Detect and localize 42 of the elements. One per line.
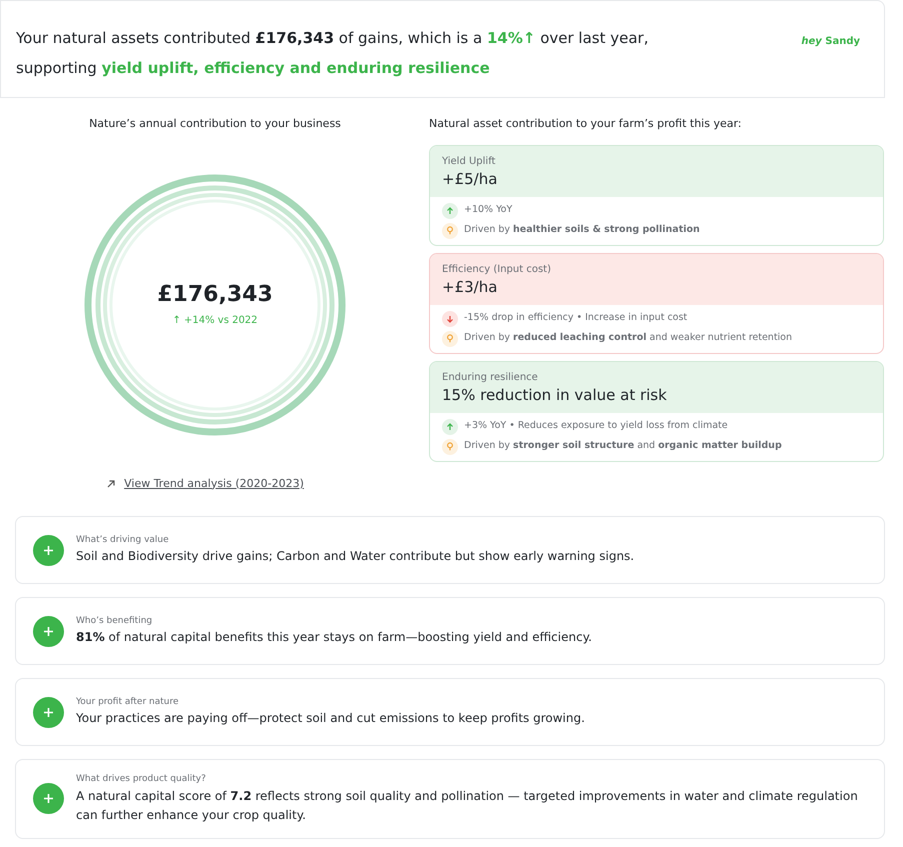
change-text: ↑ +14% vs 2022: [172, 314, 258, 328]
card-label: Enduring resilience: [442, 370, 539, 384]
card-value: 15% reduction in value at risk: [442, 384, 668, 404]
total-value: £176,343: [157, 281, 273, 309]
insight-label: What drives product quality?: [76, 773, 207, 786]
insight-text: Soil and Biodiversity drive gains; Carbon and Water contribute but show early warning signs.: [76, 548, 634, 566]
insight-label: Who’s benefiting: [76, 614, 154, 628]
lightbulb-icon: [442, 438, 458, 454]
card-label: Efficiency (Input cost): [442, 262, 552, 276]
card-label: Yield Uplift: [442, 154, 496, 168]
insight-text: Your practices are paying off—protect soil and cut emissions to keep profits growing.: [76, 710, 585, 728]
arrow-up-icon: [442, 418, 458, 434]
lightbulb-icon: [442, 330, 458, 346]
lightbulb-icon: [442, 222, 458, 238]
greeting-text: hey Sandy: [801, 35, 860, 49]
plus-icon: [43, 544, 54, 556]
expand-button[interactable]: [33, 783, 64, 814]
plus-icon: [43, 706, 54, 718]
arrow-up-right-icon: [106, 478, 116, 489]
summary-text: Your natural assets contributed £176,343 of gains, which is a 14%↑ over last year, supporting yield uplift, efficiency and enduring resilience: [16, 28, 648, 79]
card-value: +£3/ha: [442, 276, 498, 296]
expand-button[interactable]: [33, 534, 64, 566]
trend-analysis-link[interactable]: View Trend analysis (2020-2023): [124, 476, 304, 492]
trend-text: +10% YoY: [464, 203, 512, 218]
insight-text: 81% of natural capital benefits this year stays on farm—boosting yield and efficiency.: [76, 629, 592, 646]
section-title: Natural asset contribution to your farm’s profit this year:: [429, 116, 743, 132]
section-title: Nature’s annual contribution to your business: [89, 116, 341, 132]
arrow-down-icon: [442, 310, 458, 326]
trend-text: +3% YoY • Reduces exposure to yield loss from climate: [464, 419, 728, 434]
driver-text: Driven by healthier soils & strong pollination: [464, 223, 700, 238]
arrow-up-icon: [442, 202, 458, 218]
insight-label: Your profit after nature: [76, 696, 180, 709]
insight-label: What’s driving value: [76, 534, 170, 547]
driver-text: Driven by reduced leaching control and weaker nutrient retention: [464, 331, 792, 346]
card-value: +£5/ha: [442, 168, 498, 188]
driver-text: Driven by stronger soil structure and organic matter buildup: [464, 439, 782, 454]
expand-button[interactable]: [33, 616, 64, 646]
insight-text: A natural capital score of 7.2 reflects strong soil quality and pollination — targeted improvements in water and climate regulation can further enhance your crop quality.: [76, 788, 859, 824]
expand-button[interactable]: [33, 696, 64, 728]
plus-icon: [43, 793, 54, 804]
trend-text: -15% drop in efficiency • Increase in input cost: [464, 311, 688, 326]
plus-icon: [43, 626, 54, 636]
